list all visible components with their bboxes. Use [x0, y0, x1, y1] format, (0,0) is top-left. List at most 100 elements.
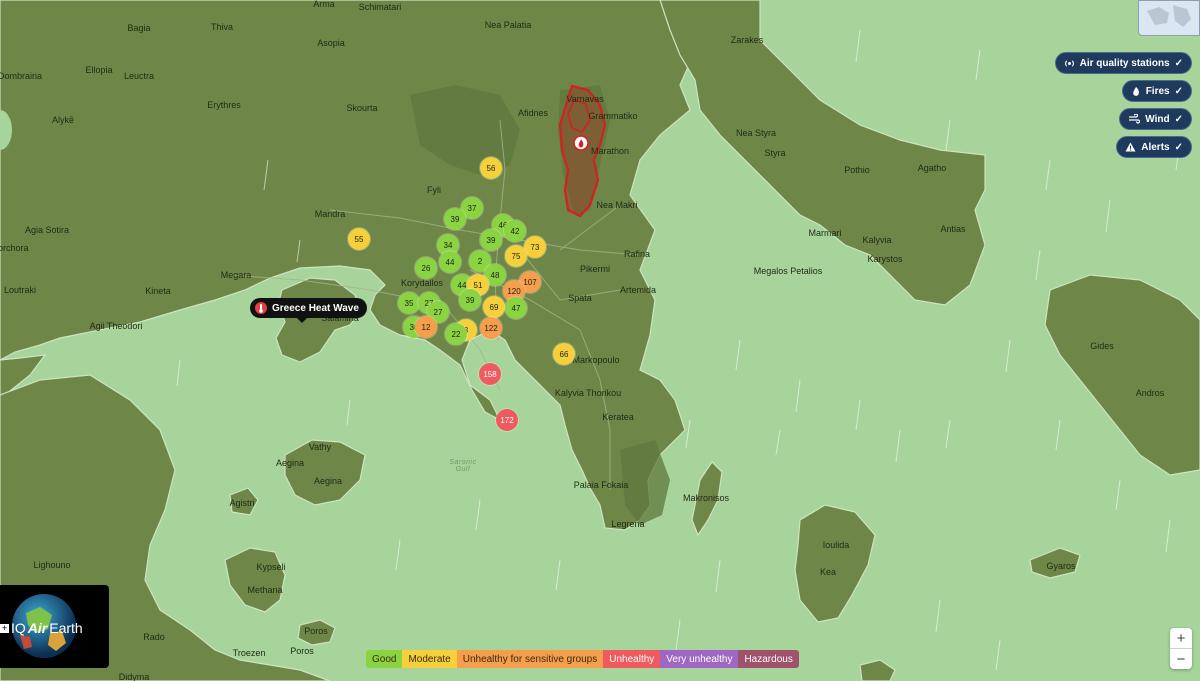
layer-toggle-fires[interactable]: Fires ✓ [1121, 80, 1192, 102]
place-label: Grammatiko [588, 111, 638, 121]
aqi-station-marker[interactable]: 66 [553, 343, 575, 365]
layer-toggle-label: Fires [1145, 85, 1170, 97]
place-label: Vathy [308, 442, 332, 452]
layer-toggle-alerts[interactable]: Alerts ✓ [1116, 136, 1192, 158]
place-label: Marathon [590, 146, 630, 156]
place-label: Methana [247, 585, 283, 595]
place-label: Alykē [51, 115, 75, 125]
legend-item-moderate: Moderate [402, 650, 457, 668]
place-label: Mandra [314, 209, 346, 219]
layer-toggle-air-quality-stations[interactable]: Air quality stations ✓ [1054, 52, 1192, 74]
place-label: Kineta [145, 286, 171, 296]
place-label: Marmari [808, 228, 842, 238]
place-label: Poros [290, 646, 314, 656]
place-label: Rado [143, 632, 165, 642]
brand-plus-icon: + [0, 622, 9, 633]
legend-item-good: Good [366, 650, 403, 668]
sea-label: Saronic Gulf [449, 459, 477, 473]
place-label: Gides [1090, 341, 1114, 351]
brand-highlight: Air [27, 620, 48, 636]
aqi-station-marker[interactable]: 39 [444, 208, 466, 230]
aqi-station-marker[interactable]: 75 [505, 245, 527, 267]
event-marker-greece-heat-wave[interactable]: Greece Heat Wave [250, 298, 367, 323]
wind-icon [1128, 114, 1141, 124]
aqi-station-marker[interactable]: 47 [505, 297, 527, 319]
brand-suffix: Earth [49, 620, 83, 636]
aqi-station-marker[interactable]: 56 [480, 157, 502, 179]
place-label: Artemida [619, 285, 657, 295]
place-label: Agia Sotira [24, 225, 70, 235]
place-label: Legrena [611, 519, 645, 529]
place-label: Kalyvia [862, 235, 892, 245]
place-label: Dombraina [0, 71, 43, 81]
brand-prefix: IQ [11, 620, 26, 636]
place-label: Dorchora [0, 243, 29, 253]
aqi-station-marker[interactable]: 172 [496, 409, 518, 431]
thermometer-icon [255, 302, 267, 314]
place-label: Lighouno [33, 560, 71, 570]
place-label: Palaia Fokaia [573, 480, 629, 490]
check-icon: ✓ [1174, 141, 1183, 153]
aqi-station-marker[interactable]: 39 [480, 229, 502, 251]
legend-item-very-unhealthy: Very unhealthy [660, 650, 739, 668]
aqi-station-marker[interactable]: 42 [504, 220, 526, 242]
fire-marker-icon [573, 135, 589, 151]
place-label: Poros [304, 626, 328, 636]
broadcast-icon [1064, 58, 1075, 69]
place-label: Makronisos [682, 493, 730, 503]
place-label: Agatho [917, 163, 947, 173]
place-label: Agistri [229, 498, 255, 508]
aqi-station-marker[interactable]: 22 [445, 323, 467, 345]
place-label: Styra [764, 148, 786, 158]
iqair-earth-globe[interactable]: + IQ Air Earth [0, 585, 109, 668]
aqi-station-marker[interactable]: 122 [480, 317, 502, 339]
aqi-legend: Good Moderate Unhealthy for sensitive grou… [366, 650, 799, 668]
check-icon: ✓ [1174, 113, 1183, 125]
place-label: Markopoulo [572, 355, 620, 365]
aqi-station-marker[interactable]: 44 [439, 251, 461, 273]
place-label: Aegina [313, 476, 343, 486]
place-label: Antias [940, 224, 966, 234]
check-icon: ✓ [1174, 85, 1183, 97]
place-label: Karystos [867, 254, 903, 264]
zoom-in-button[interactable]: + [1170, 628, 1192, 648]
place-label: Nea Makri [596, 200, 638, 210]
place-label: Ellopia [85, 65, 113, 75]
place-label: Keratea [602, 412, 634, 422]
warning-icon [1125, 142, 1136, 152]
layer-toggle-wind[interactable]: Wind ✓ [1119, 108, 1192, 130]
place-label: Pothio [844, 165, 870, 175]
check-icon: ✓ [1174, 57, 1183, 69]
aqi-station-marker[interactable]: 39 [459, 289, 481, 311]
legend-item-sensitive: Unhealthy for sensitive groups [456, 650, 604, 668]
place-label: Spata [568, 293, 592, 303]
basemap-thumbnail[interactable] [1138, 0, 1200, 36]
aqi-station-marker[interactable]: 73 [524, 236, 546, 258]
aqi-station-marker[interactable]: 55 [348, 228, 370, 250]
place-label: Schimatari [358, 2, 402, 12]
place-label: Thiva [210, 22, 234, 32]
place-label: Agii Theodori [89, 321, 143, 331]
place-label: Afidnes [517, 108, 549, 118]
zoom-controls: + − [1170, 628, 1192, 669]
aqi-station-marker[interactable]: 35 [398, 292, 420, 314]
place-label: Andros [1135, 388, 1165, 398]
layer-toggle-label: Air quality stations [1079, 57, 1170, 69]
place-label: Troezen [232, 648, 266, 658]
place-label: Erythres [207, 100, 241, 110]
place-label: Loutraki [3, 285, 37, 295]
flame-icon [1131, 86, 1141, 97]
place-label: Gyaros [1046, 561, 1076, 571]
legend-item-hazardous: Hazardous [738, 650, 799, 668]
event-pointer [297, 318, 307, 323]
map[interactable]: Arma Schimatari Nea Palatia Zarakes Bagia Thi… [0, 0, 1200, 681]
aqi-station-marker[interactable]: 158 [479, 363, 501, 385]
place-label: Didyma [118, 672, 150, 681]
event-label: Greece Heat Wave [272, 302, 359, 314]
aqi-station-marker[interactable]: 26 [415, 257, 437, 279]
place-label: Kea [819, 567, 837, 577]
aqi-station-marker[interactable]: 69 [483, 296, 505, 318]
place-label: Rafina [623, 249, 651, 259]
zoom-out-button[interactable]: − [1170, 648, 1192, 669]
aqi-station-marker[interactable]: 12 [415, 316, 437, 338]
